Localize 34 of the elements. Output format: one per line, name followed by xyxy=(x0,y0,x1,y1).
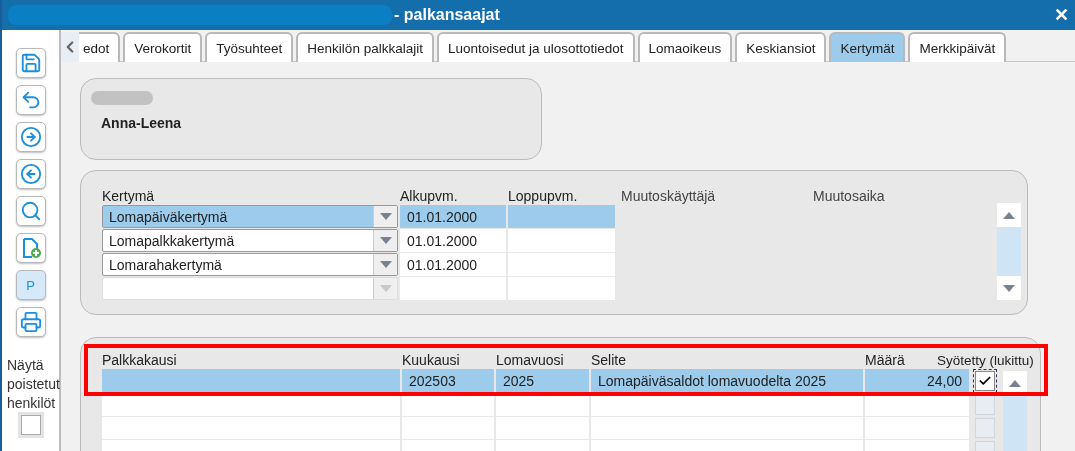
table-cell: 24,00 xyxy=(865,369,969,393)
column-header: Palkkakausi xyxy=(102,352,177,368)
tab[interactable]: Kertymät xyxy=(829,32,906,62)
column-header: Kuukausi xyxy=(402,352,460,368)
person-name: Anna-Leena xyxy=(101,115,183,131)
column-header: Loppupvm. xyxy=(508,188,578,204)
column-header: Määrä xyxy=(865,352,905,368)
tab[interactable]: Työsuhteet xyxy=(205,32,294,62)
table-cell: Lomapäiväsaldot lomavuodelta 2025 xyxy=(591,369,863,393)
date-cell[interactable]: 01.01.2000 xyxy=(400,205,506,228)
dropdown[interactable]: Lomapäiväkertymä xyxy=(102,205,398,228)
dropdown[interactable]: Lomapalkkakertymä xyxy=(102,229,398,252)
tab[interactable]: Henkilön palkkalajit xyxy=(296,32,434,62)
tab[interactable]: Lomaoikeus xyxy=(637,32,733,62)
tab[interactable]: Verokortit xyxy=(123,32,203,62)
column-header: Selite xyxy=(591,352,627,368)
column-header: Kertymä xyxy=(102,188,155,204)
date-cell[interactable]: 01.01.2000 xyxy=(400,253,506,276)
close-button[interactable]: ✕ xyxy=(1048,4,1075,26)
tab[interactable]: Luontoisedut ja ulosottotiedot xyxy=(436,32,635,62)
column-header: Syötetty (lukittu) xyxy=(937,353,1034,368)
tab[interactable]: Merkkipäivät xyxy=(908,32,1007,62)
tab[interactable]: Keskiansiot xyxy=(735,32,827,62)
column-header: Muutosaika xyxy=(813,188,885,204)
column-header: Lomavuosi xyxy=(496,352,564,368)
window-title: - palkansaajat xyxy=(394,6,500,24)
checkbox-label: Näytä poistetut henkilöt xyxy=(7,356,61,413)
table-cell: 202503 xyxy=(402,369,494,393)
column-header: Alkupvm. xyxy=(400,188,458,204)
tab[interactable]: edot xyxy=(79,32,121,62)
date-cell[interactable]: 01.01.2000 xyxy=(400,229,506,252)
dropdown[interactable]: Lomarahakertymä xyxy=(102,253,398,276)
column-header: Muutoskäyttäjä xyxy=(620,188,716,204)
table-cell: 2025 xyxy=(496,369,589,393)
